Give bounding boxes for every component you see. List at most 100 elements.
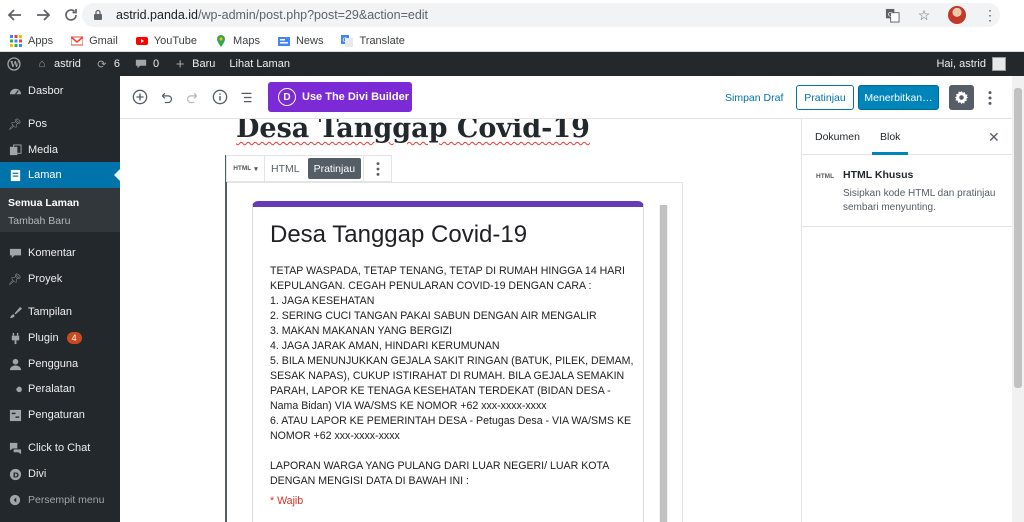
close-icon[interactable]: ✕ <box>988 129 1000 146</box>
updates-link[interactable]: ⟳ 6 <box>88 52 127 76</box>
view-page-label: Lihat Laman <box>229 58 290 70</box>
preview-scrollbar[interactable] <box>659 205 668 522</box>
kebab-menu-icon <box>376 161 379 176</box>
youtube-icon <box>135 36 148 45</box>
info-icon <box>212 89 228 105</box>
sidebar-collapse-menu[interactable]: Persempit menu <box>0 487 120 513</box>
bookmark-translate[interactable]: G Translate <box>341 34 405 47</box>
bookmark-label: Gmail <box>89 34 118 47</box>
bookmark-news[interactable]: News <box>277 35 323 47</box>
form-title: Desa Tanggap Covid-19 <box>270 221 528 248</box>
sidebar-item-label: Click to Chat <box>28 442 91 454</box>
more-tools-button[interactable] <box>986 89 994 107</box>
block-type-switcher[interactable]: HTML ▾ <box>227 156 265 181</box>
sidebar-item-komentar[interactable]: Komentar <box>0 240 120 266</box>
html-block-icon: HTML <box>233 165 252 172</box>
bookmark-maps[interactable]: Maps <box>215 34 260 47</box>
divi-icon: D <box>8 467 22 481</box>
svg-text:G: G <box>887 10 892 18</box>
plus-icon: + <box>175 55 185 73</box>
sidebar-item-label: Peralatan <box>28 383 76 395</box>
bookmark-apps[interactable]: Apps <box>10 34 53 47</box>
browser-toolbar: astrid.panda.id/wp-admin/post.php?post=2… <box>0 0 1024 30</box>
sidebar-item-dasbor[interactable]: Dasbor <box>0 78 120 104</box>
window-scrollbar[interactable] <box>1012 76 1024 522</box>
translate-page-icon[interactable]: G <box>884 7 900 23</box>
sidebar-item-label: Tampilan <box>28 306 73 318</box>
sidebar-item-pos[interactable]: 📌︎ Pos <box>0 111 120 137</box>
sidebar-item-media[interactable]: Media <box>0 137 120 163</box>
redo-button[interactable] <box>183 88 201 106</box>
sidebar-item-pengaturan[interactable]: Pengaturan <box>0 402 120 428</box>
bookmark-youtube[interactable]: YouTube <box>135 35 197 47</box>
kebab-menu-icon[interactable]: ⋮ <box>982 7 998 23</box>
comments-link[interactable]: 0 <box>127 52 166 76</box>
wrench-icon <box>8 382 22 396</box>
tab-document[interactable]: Dokumen <box>815 131 860 143</box>
pin-icon: 📌︎ <box>8 118 22 131</box>
post-title[interactable]: Desa Tanggap Covid-19 <box>236 119 590 144</box>
window-scrollbar-thumb[interactable] <box>1014 88 1022 388</box>
wp-logo-button[interactable]: W <box>0 52 28 76</box>
sidebar-item-label: Proyek <box>28 273 63 285</box>
block-toolbar: HTML ▾ HTML Pratinjau <box>226 155 393 182</box>
list-icon <box>241 92 251 102</box>
user-icon <box>8 357 22 371</box>
tab-preview[interactable]: Pratinjau <box>307 158 362 179</box>
sidebar-item-proyek[interactable]: 📌︎ Proyek <box>0 266 120 292</box>
chat-icon <box>8 441 22 455</box>
new-content-link[interactable]: + Baru <box>166 52 222 76</box>
view-page-link[interactable]: Lihat Laman <box>222 52 297 76</box>
tab-html[interactable]: HTML <box>265 156 306 181</box>
svg-text:D: D <box>12 470 18 479</box>
content-info-button[interactable] <box>211 88 229 106</box>
site-name-link[interactable]: ⌂ astrid <box>28 52 88 76</box>
kebab-menu-icon <box>988 91 992 105</box>
tab-block[interactable]: Blok <box>871 131 910 155</box>
sidebar-item-label: Persempit menu <box>28 494 105 506</box>
sidebar-item-label: Dasbor <box>28 85 64 97</box>
use-divi-builder-button[interactable]: D Use The Divi Builder <box>268 82 412 112</box>
account-menu[interactable]: Hai, astrid <box>936 52 1006 76</box>
sidebar-item-pengguna[interactable]: Pengguna <box>0 351 120 377</box>
news-icon <box>277 36 290 46</box>
undo-button[interactable] <box>157 88 175 106</box>
bookmark-gmail[interactable]: Gmail <box>71 35 118 47</box>
maps-icon <box>217 34 226 47</box>
block-more-options-button[interactable] <box>363 156 391 181</box>
block-card: HTML HTML Khusus Sisipkan kode HTML dan … <box>802 155 1013 227</box>
publish-button[interactable]: Menerbitkan… <box>858 85 939 110</box>
lock-icon <box>94 9 102 20</box>
submenu-add-new[interactable]: Tambah Baru <box>8 215 70 227</box>
settings-button[interactable] <box>949 85 974 110</box>
redo-icon <box>186 92 197 103</box>
sidebar-item-divi[interactable]: D Divi <box>0 461 120 487</box>
wp-admin-bar: W ⌂ astrid ⟳ 6 0 + Baru Lihat Laman Hai,… <box>0 52 1024 76</box>
sidebar-item-tampilan[interactable]: Tampilan <box>0 299 120 325</box>
address-bar[interactable]: astrid.panda.id/wp-admin/post.php?post=2… <box>82 3 1000 27</box>
preview-scrollbar-thumb[interactable] <box>660 205 667 522</box>
add-block-button[interactable] <box>131 88 149 106</box>
forward-button[interactable] <box>30 2 56 28</box>
bookmarks-bar: Apps Gmail YouTube Maps News G Translate <box>0 30 1024 52</box>
submenu-all-pages[interactable]: Semua Laman <box>8 197 79 209</box>
sidebar-item-laman[interactable]: Laman <box>0 162 120 188</box>
bookmark-star-icon[interactable]: ☆ <box>916 7 932 23</box>
back-button[interactable] <box>2 2 28 28</box>
preview-button[interactable]: Pratinjau <box>796 85 854 110</box>
sidebar-item-plugin[interactable]: Plugin 4 <box>0 325 120 351</box>
plugin-icon <box>8 331 22 345</box>
profile-avatar[interactable] <box>948 6 966 24</box>
svg-text:G: G <box>343 37 348 44</box>
sidebar-item-label: Pengaturan <box>28 409 85 421</box>
block-navigation-button[interactable] <box>237 88 255 106</box>
url-text: astrid.panda.id/wp-admin/post.php?post=2… <box>116 8 429 22</box>
laman-submenu: Semua Laman Tambah Baru <box>0 188 120 232</box>
gmail-icon <box>71 35 84 45</box>
reload-button[interactable] <box>58 2 84 28</box>
sidebar-item-click-to-chat[interactable]: Click to Chat <box>0 435 120 461</box>
new-label: Baru <box>192 58 216 70</box>
sidebar-item-peralatan[interactable]: Peralatan <box>0 376 120 402</box>
save-draft-button[interactable]: Simpan Draf <box>725 92 783 104</box>
bookmark-label: Translate <box>359 34 405 47</box>
